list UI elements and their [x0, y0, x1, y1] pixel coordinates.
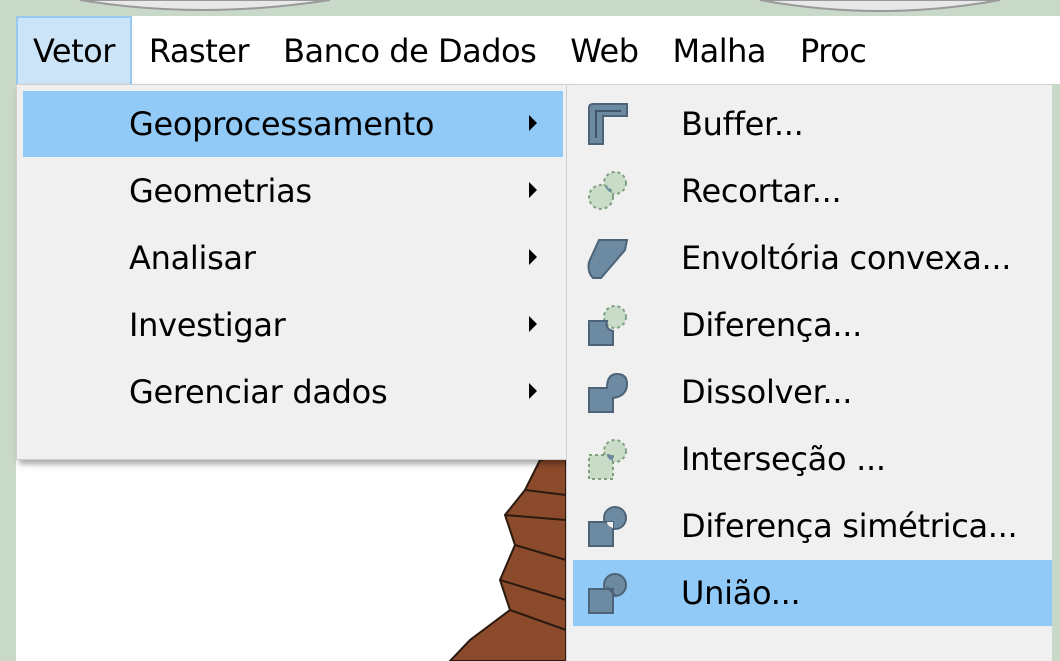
menu-banco-de-dados[interactable]: Banco de Dados: [266, 16, 553, 86]
submenu-item-label: Dissolver...: [681, 373, 853, 411]
geoprocessing-submenu: Buffer... Recortar... Envoltória convexa…: [566, 84, 1060, 661]
menu-raster[interactable]: Raster: [132, 16, 266, 86]
symmetric-difference-icon: [588, 506, 627, 547]
submenu-item-diferenca-simetrica[interactable]: Diferença simétrica...: [573, 493, 1060, 559]
submenu-item-label: Envoltória convexa...: [681, 239, 1012, 277]
submenu-item-label: União...: [681, 574, 801, 612]
window-frame-right: [1052, 84, 1060, 661]
menu-item-analisar[interactable]: Analisar: [23, 225, 563, 291]
submenu-arrow-icon: [529, 383, 537, 399]
submenu-item-dissolver[interactable]: Dissolver...: [573, 359, 1060, 425]
menu-item-investigar[interactable]: Investigar: [23, 292, 563, 358]
convex-hull-icon: [587, 239, 629, 279]
menu-vetor[interactable]: Vetor: [16, 15, 132, 86]
menu-malha[interactable]: Malha: [656, 16, 784, 86]
submenu-item-label: Diferença simétrica...: [681, 507, 1018, 545]
union-icon: [588, 573, 627, 614]
submenu-arrow-icon: [529, 182, 537, 198]
submenu-item-intersecao[interactable]: Interseção ...: [573, 426, 1060, 492]
difference-icon: [588, 305, 627, 346]
map-feature-top-left: [79, 0, 331, 11]
menu-item-gerenciar-dados[interactable]: Gerenciar dados: [23, 359, 563, 425]
submenu-arrow-icon: [529, 115, 537, 131]
menu-item-label: Geoprocessamento: [129, 105, 435, 143]
menu-item-label: Analisar: [129, 239, 256, 277]
clip-icon: [588, 171, 627, 210]
map-feature-top-right: [759, 0, 1001, 12]
menu-item-label: Geometrias: [129, 172, 312, 210]
menu-item-geoprocessamento[interactable]: Geoprocessamento: [23, 91, 563, 157]
menu-item-label: Gerenciar dados: [129, 373, 388, 411]
menu-web[interactable]: Web: [553, 16, 655, 86]
menu-bar: Vetor Raster Banco de Dados Web Malha Pr…: [16, 15, 1060, 86]
submenu-item-label: Buffer...: [681, 105, 804, 143]
dissolve-icon: [588, 372, 629, 413]
map-feature-polygon: [448, 453, 567, 661]
submenu-arrow-icon: [529, 249, 537, 265]
submenu-item-buffer[interactable]: Buffer...: [573, 91, 1060, 157]
submenu-item-uniao[interactable]: União...: [573, 560, 1060, 626]
submenu-item-recortar[interactable]: Recortar...: [573, 158, 1060, 224]
submenu-item-label: Recortar...: [681, 172, 842, 210]
menu-processamento[interactable]: Proc: [783, 16, 883, 86]
submenu-arrow-icon: [529, 316, 537, 332]
buffer-icon: [588, 103, 628, 145]
submenu-item-diferenca[interactable]: Diferença...: [573, 292, 1060, 358]
intersection-icon: [588, 439, 627, 480]
submenu-item-label: Interseção ...: [681, 440, 886, 478]
vector-menu: Geoprocessamento Geometrias Analisar Inv…: [16, 84, 569, 460]
submenu-item-label: Diferença...: [681, 306, 863, 344]
menu-item-label: Investigar: [129, 306, 286, 344]
submenu-item-envoltoria-convexa[interactable]: Envoltória convexa...: [573, 225, 1060, 291]
menu-item-geometrias[interactable]: Geometrias: [23, 158, 563, 224]
